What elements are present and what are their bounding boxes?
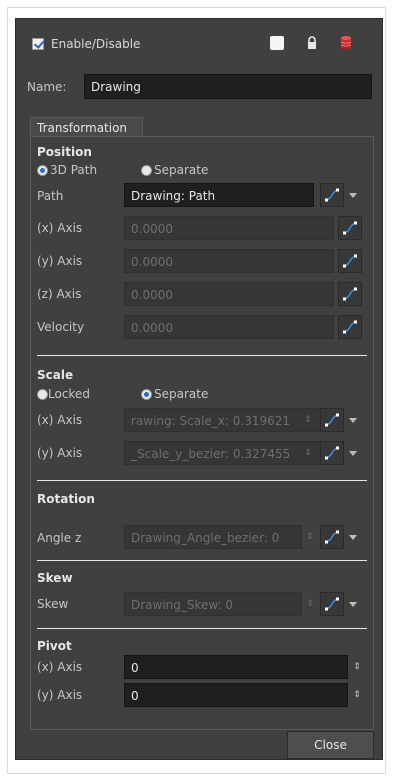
name-label: Name: xyxy=(27,80,67,94)
velocity-function-button[interactable] xyxy=(338,315,362,339)
skew-heading: Skew xyxy=(37,571,73,585)
position-heading: Position xyxy=(37,145,92,159)
scale-separate-radio[interactable] xyxy=(141,389,152,400)
angle-z-label: Angle z xyxy=(37,531,82,545)
position-separate-label: Separate xyxy=(154,163,209,177)
skew-label: Skew xyxy=(37,597,69,611)
position-x-input[interactable]: 0.0000 xyxy=(124,216,334,240)
angle-z-input[interactable]: Drawing_Angle_bezier: 0 xyxy=(124,525,302,549)
skew-spin-arrows-icon[interactable]: ⇕ xyxy=(306,599,314,609)
position-z-function-button[interactable] xyxy=(338,282,362,306)
scale-x-function-button[interactable] xyxy=(320,408,344,432)
pivot-x-input[interactable]: 0 xyxy=(124,655,348,679)
scale-y-label: (y) Axis xyxy=(37,446,83,460)
database-icon[interactable] xyxy=(339,35,353,51)
angle-z-spin-arrows-icon[interactable]: ⇕ xyxy=(306,532,314,542)
white-square-icon[interactable] xyxy=(270,36,284,50)
angle-z-dropdown-caret-icon[interactable] xyxy=(349,535,357,540)
lock-icon[interactable] xyxy=(305,36,319,50)
enable-label: Enable/Disable xyxy=(51,37,141,51)
scale-heading: Scale xyxy=(37,368,74,382)
section-divider xyxy=(37,480,367,481)
pivot-x-spin-arrows-icon[interactable]: ⇕ xyxy=(353,662,361,672)
position-x-function-button[interactable] xyxy=(338,216,362,240)
layer-properties-window: Enable/Disable Name: Drawing Transformat… xyxy=(15,18,383,760)
section-divider xyxy=(37,355,367,356)
skew-input[interactable]: Drawing_Skew: 0 xyxy=(124,592,302,616)
scale-x-input[interactable]: rawing: Scale_x: 0.319621 xyxy=(124,408,324,432)
path-dropdown-caret-icon[interactable] xyxy=(349,193,357,198)
scale-y-input[interactable]: _Scale_y_bezier: 0.327455 xyxy=(124,441,324,465)
position-z-input[interactable]: 0.0000 xyxy=(124,282,334,306)
path-function-button[interactable] xyxy=(320,183,344,207)
section-divider xyxy=(37,628,367,629)
name-input[interactable]: Drawing xyxy=(84,74,372,99)
scale-y-spin-arrows-icon[interactable]: ⇕ xyxy=(304,448,312,458)
scale-x-dropdown-caret-icon[interactable] xyxy=(349,418,357,423)
scale-x-label: (x) Axis xyxy=(37,413,83,427)
close-button[interactable]: Close xyxy=(287,731,374,759)
pivot-y-input[interactable]: 0 xyxy=(124,683,348,707)
skew-function-button[interactable] xyxy=(320,592,344,616)
scale-separate-label: Separate xyxy=(154,387,209,401)
position-3d-path-radio[interactable] xyxy=(37,165,48,176)
pivot-y-label: (y) Axis xyxy=(37,688,83,702)
position-y-function-button[interactable] xyxy=(338,249,362,273)
velocity-label: Velocity xyxy=(37,320,85,334)
pivot-x-label: (x) Axis xyxy=(37,660,83,674)
velocity-input[interactable]: 0.0000 xyxy=(124,315,334,339)
position-z-label: (z) Axis xyxy=(37,287,82,301)
pivot-y-spin-arrows-icon[interactable]: ⇕ xyxy=(353,690,361,700)
section-divider xyxy=(37,560,367,561)
scale-locked-radio[interactable] xyxy=(37,389,48,400)
scale-x-spin-arrows-icon[interactable]: ⇕ xyxy=(304,415,312,425)
position-y-label: (y) Axis xyxy=(37,254,83,268)
skew-dropdown-caret-icon[interactable] xyxy=(349,602,357,607)
tab-transformation[interactable]: Transformation xyxy=(30,117,143,137)
angle-z-function-button[interactable] xyxy=(320,525,344,549)
scale-locked-label: Locked xyxy=(48,387,90,401)
rotation-heading: Rotation xyxy=(37,492,95,506)
position-separate-radio[interactable] xyxy=(141,165,152,176)
position-x-label: (x) Axis xyxy=(37,221,83,235)
enable-checkbox[interactable] xyxy=(32,38,44,50)
scale-y-function-button[interactable] xyxy=(320,441,344,465)
scale-y-dropdown-caret-icon[interactable] xyxy=(349,451,357,456)
position-3d-path-label: 3D Path xyxy=(50,163,98,177)
path-label: Path xyxy=(37,189,64,203)
pivot-heading: Pivot xyxy=(37,639,72,653)
position-y-input[interactable]: 0.0000 xyxy=(124,249,334,273)
path-input[interactable]: Drawing: Path xyxy=(124,183,314,207)
